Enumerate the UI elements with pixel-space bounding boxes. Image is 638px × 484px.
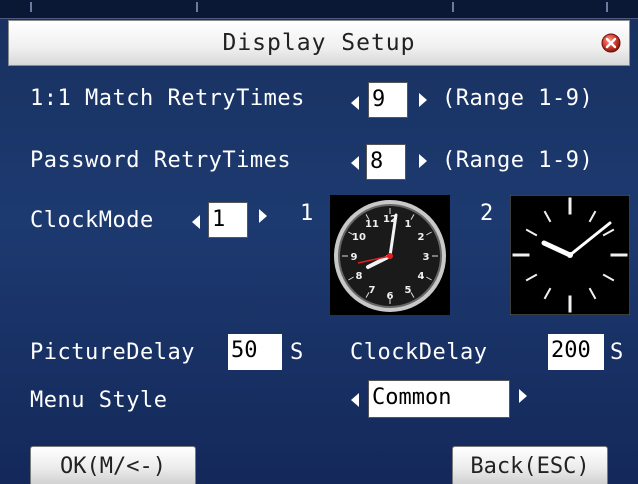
decrement-arrow-icon[interactable] [350, 95, 360, 111]
close-icon[interactable] [601, 33, 621, 53]
menu-style-select[interactable]: Common [368, 380, 510, 418]
increment-arrow-icon[interactable] [418, 92, 428, 108]
svg-text:9: 9 [351, 252, 358, 263]
divider [452, 2, 454, 12]
clock-delay-unit: S [610, 340, 624, 365]
match-retry-label: 1:1 Match RetryTimes [30, 86, 305, 111]
increment-arrow-icon[interactable] [418, 153, 428, 169]
divider [30, 2, 32, 12]
password-retry-range: (Range 1-9) [442, 148, 594, 173]
analog-clock-icon[interactable]: 12 1 2 3 4 5 6 7 8 9 10 11 [330, 195, 450, 315]
match-retry-range: (Range 1-9) [442, 86, 594, 111]
svg-text:6: 6 [387, 291, 394, 302]
decrement-arrow-icon[interactable] [350, 392, 360, 408]
svg-text:1: 1 [405, 219, 412, 230]
title-bar: Display Setup [8, 20, 630, 66]
picture-delay-label: PictureDelay [30, 340, 195, 365]
back-button[interactable]: Back(ESC) [452, 446, 608, 484]
menu-style-label: Menu Style [30, 388, 168, 413]
match-retry-input[interactable]: 9 [368, 82, 408, 118]
clock-delay-label: ClockDelay [350, 340, 488, 365]
clock-mode-input[interactable]: 1 [208, 202, 248, 238]
divider [196, 2, 198, 12]
svg-text:5: 5 [405, 285, 412, 296]
picture-delay-unit: S [290, 340, 304, 365]
svg-text:2: 2 [418, 232, 425, 243]
picture-delay-input[interactable]: 50 [228, 334, 282, 370]
top-strip [0, 0, 638, 19]
minimal-clock-icon[interactable] [510, 195, 630, 315]
increment-arrow-icon[interactable] [518, 388, 528, 404]
window-title: Display Setup [222, 30, 416, 56]
increment-arrow-icon[interactable] [258, 208, 268, 224]
svg-text:8: 8 [356, 271, 363, 282]
svg-text:7: 7 [369, 285, 376, 296]
clock-option-1-number: 1 [300, 201, 314, 226]
clock-mode-label: ClockMode [30, 208, 154, 233]
svg-text:10: 10 [352, 232, 366, 243]
password-retry-label: Password RetryTimes [30, 148, 292, 173]
svg-text:3: 3 [423, 252, 430, 263]
decrement-arrow-icon[interactable] [350, 155, 360, 171]
password-retry-input[interactable]: 8 [366, 144, 406, 180]
decrement-arrow-icon[interactable] [191, 214, 201, 230]
clock-option-2-number: 2 [480, 201, 494, 226]
display-setup-screen: Display Setup 1:1 Match RetryTimes 9 (Ra… [0, 0, 638, 484]
svg-text:4: 4 [418, 271, 425, 282]
divider [606, 2, 608, 12]
svg-text:11: 11 [365, 219, 379, 230]
clock-delay-input[interactable]: 200 [548, 334, 604, 370]
ok-button[interactable]: OK(M/<-) [30, 446, 196, 484]
